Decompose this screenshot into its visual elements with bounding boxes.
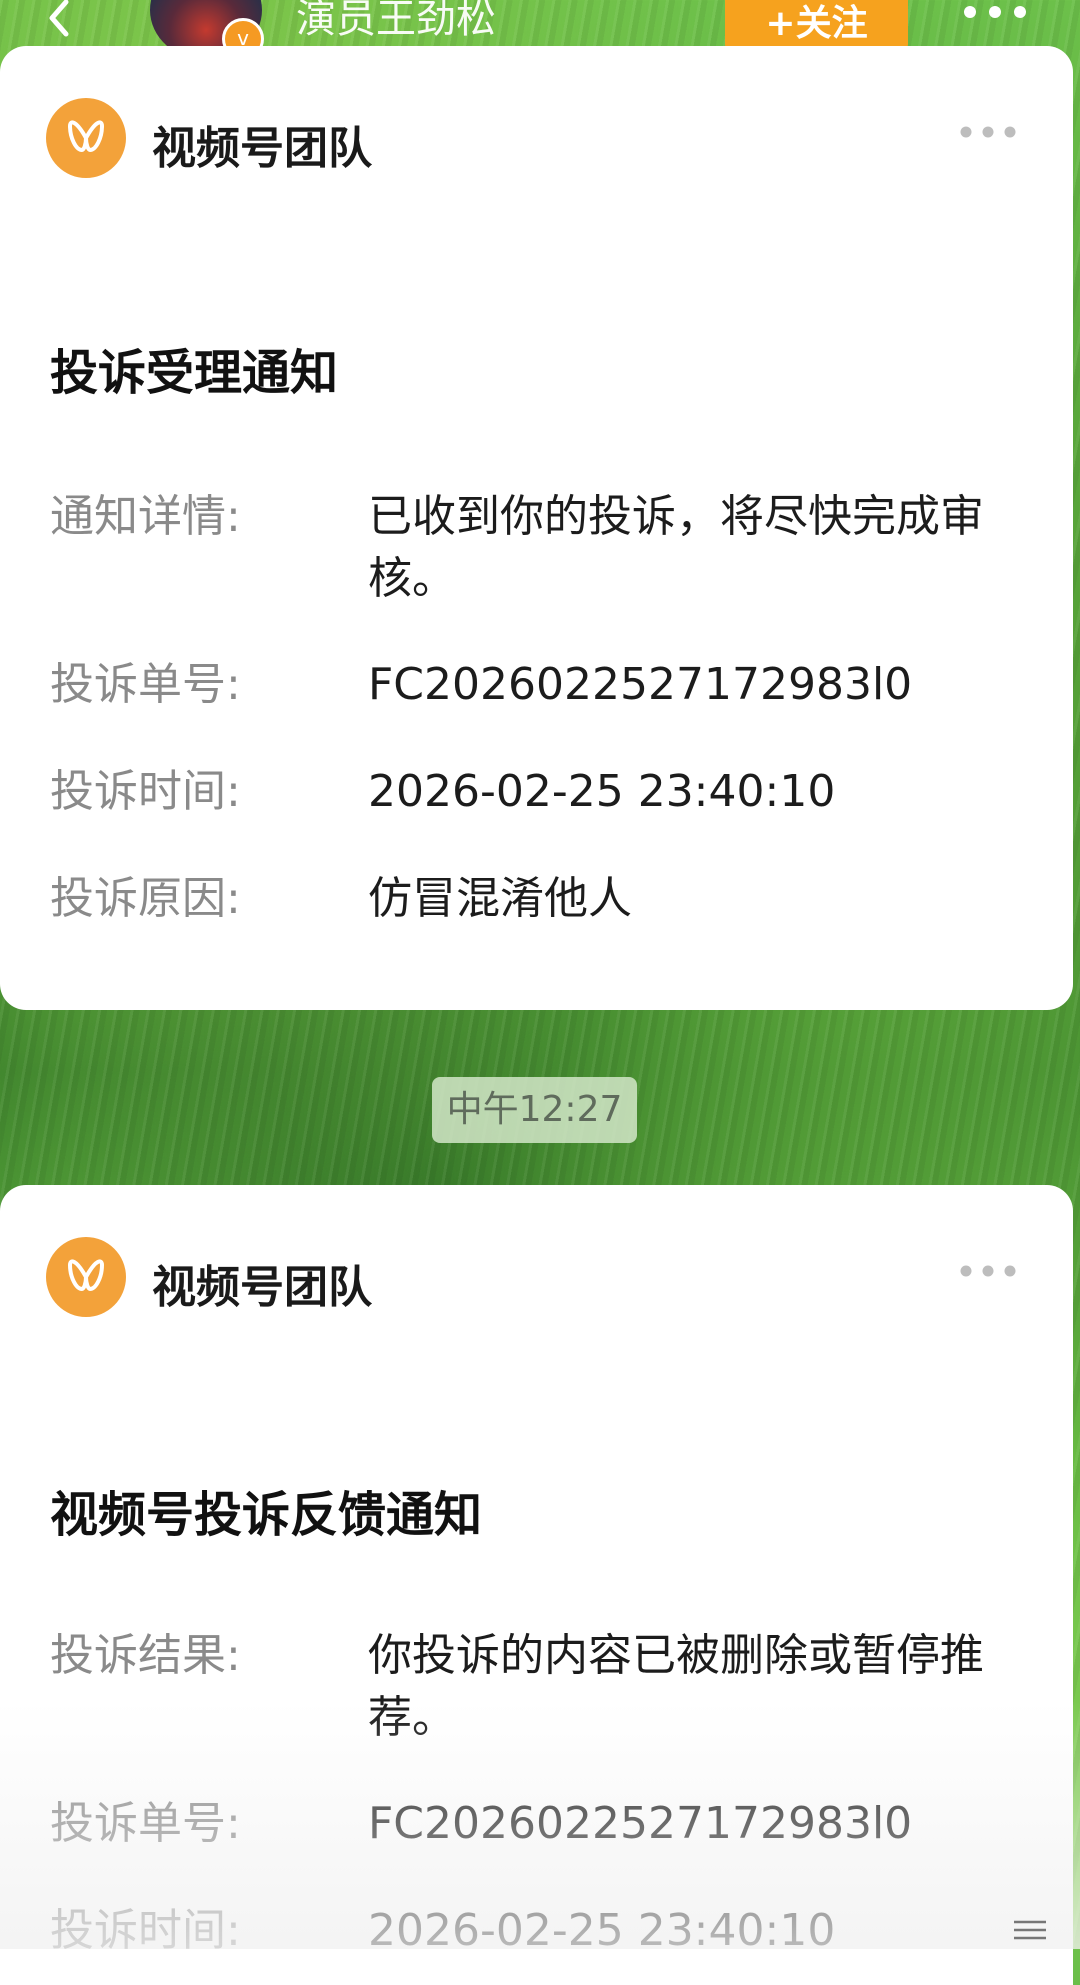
card-header: 视频号团队 [46, 98, 1026, 180]
chevron-left-icon [49, 0, 69, 37]
row-label: 投诉结果: [50, 1630, 241, 1681]
time-divider: 中午12:27 [432, 1077, 637, 1143]
row-value: 2026-02-25 23:40:10 [368, 766, 836, 817]
row-value: 已收到你的投诉，将尽快完成审核。 [368, 491, 984, 604]
row-value: 2026-02-25 23:40:10 [368, 1905, 836, 1956]
back-button[interactable] [40, 0, 80, 40]
card-header: 视频号团队 [46, 1237, 1026, 1319]
card-more-button[interactable] [958, 1263, 1018, 1279]
row-value: FC2026022527172983l0 [368, 1798, 913, 1849]
message-card[interactable]: 视频号团队 投诉受理通知 通知详情: 已收到你的投诉，将尽快完成审核。 投诉单号… [0, 46, 1073, 1010]
row-label: 投诉原因: [50, 873, 241, 924]
row-label: 投诉单号: [50, 1798, 241, 1849]
notice-title: 视频号投诉反馈通知 [50, 1487, 483, 1543]
channels-butterfly-icon [46, 98, 126, 178]
row-value: 你投诉的内容已被删除或暂停推荐。 [368, 1630, 984, 1743]
row-value: 仿冒混淆他人 [368, 873, 632, 924]
row-label: 投诉单号: [50, 659, 241, 710]
message-card[interactable]: 视频号团队 视频号投诉反馈通知 投诉结果: 你投诉的内容已被删除或暂停推荐。 投… [0, 1185, 1073, 1985]
channels-butterfly-icon [46, 1237, 126, 1317]
account-name[interactable]: 演员王劲松 [296, 0, 496, 44]
notice-title: 投诉受理通知 [50, 345, 339, 401]
more-dots-icon [960, 126, 1016, 138]
card-more-button[interactable] [958, 124, 1018, 140]
sender-name: 视频号团队 [152, 123, 372, 174]
sender-name: 视频号团队 [152, 1262, 372, 1313]
more-dots-icon [964, 6, 1026, 18]
row-value: FC2026022527172983l0 [368, 659, 913, 710]
more-dots-icon [960, 1265, 1016, 1277]
row-label: 通知详情: [50, 491, 241, 542]
row-label: 投诉时间: [50, 1905, 241, 1956]
row-label: 投诉时间: [50, 766, 241, 817]
menu-lines-icon [1010, 1918, 1050, 1942]
top-more-button[interactable] [960, 0, 1030, 30]
